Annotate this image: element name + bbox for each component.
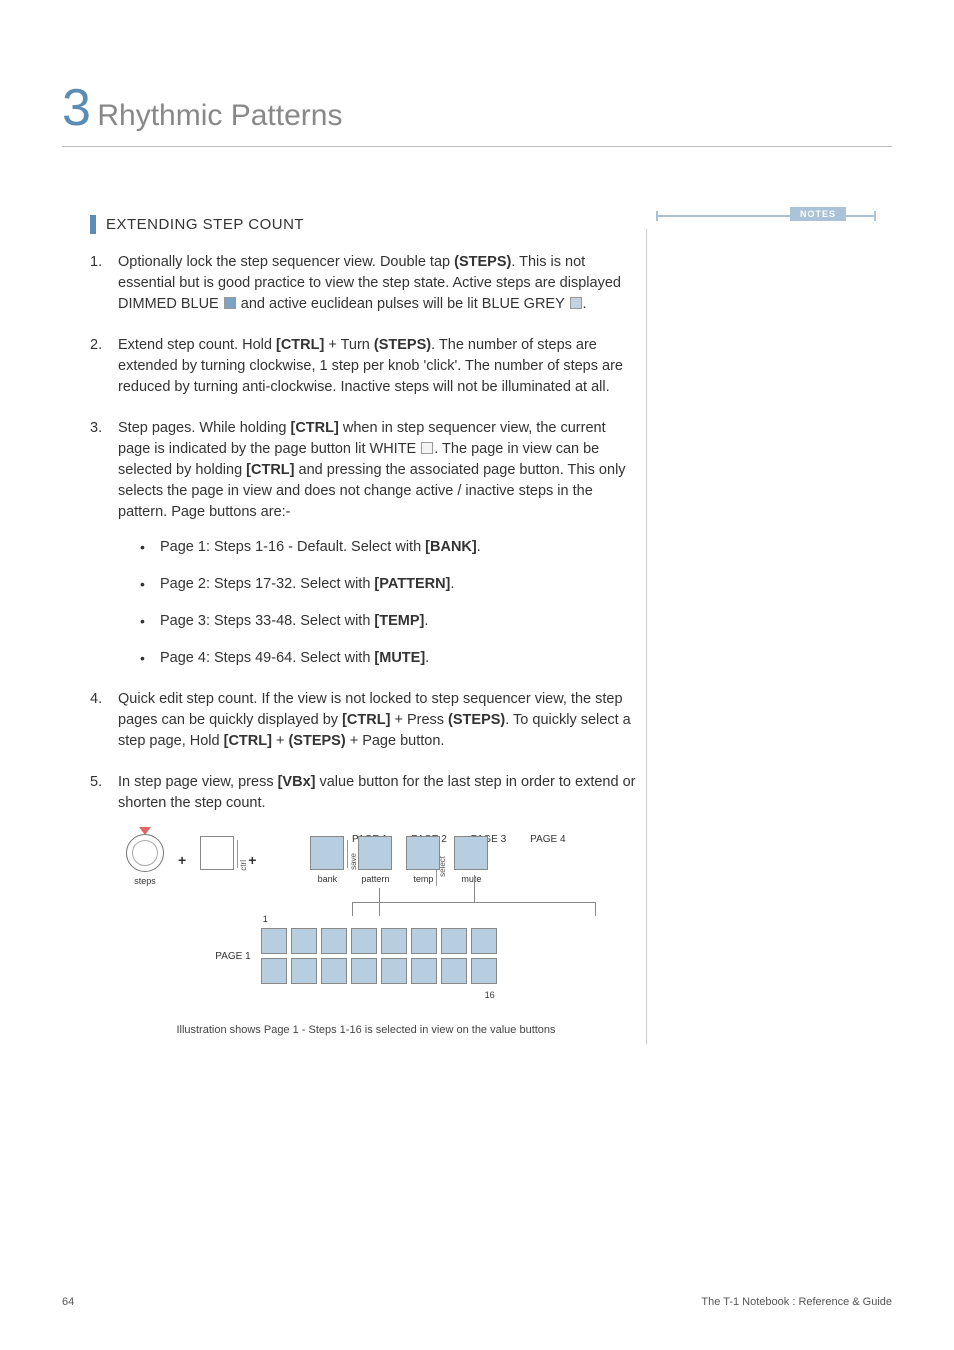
swatch-blue-grey — [570, 297, 582, 309]
value-button — [471, 958, 497, 984]
chapter-header: 3 Rhythmic Patterns — [62, 78, 892, 147]
keyword-steps: (STEPS) — [448, 712, 505, 728]
step-3: Step pages. While holding [CTRL] when in… — [90, 418, 638, 669]
value-button-grid: 1 16 — [261, 928, 497, 984]
plus-icon: + — [248, 852, 256, 868]
notes-column: NOTES — [656, 207, 876, 1044]
notes-tab: NOTES — [656, 207, 876, 223]
value-button — [441, 958, 467, 984]
value-button — [291, 958, 317, 984]
value-button — [261, 958, 287, 984]
section-heading: EXTENDING STEP COUNT — [90, 215, 638, 234]
swatch-white — [421, 442, 433, 454]
page-number: 64 — [62, 1296, 74, 1308]
page1-side-label: PAGE 1 — [215, 951, 250, 962]
value-button — [441, 928, 467, 954]
keyword-temp: [TEMP] — [374, 613, 424, 629]
chapter-title: Rhythmic Patterns — [97, 99, 342, 133]
step-2: Extend step count. Hold [CTRL] + Turn (S… — [90, 335, 638, 398]
value-button — [321, 958, 347, 984]
value-button — [411, 958, 437, 984]
chapter-number: 3 — [62, 78, 91, 138]
bank-button: save bank — [310, 836, 344, 884]
label-page4: PAGE 4 — [530, 834, 565, 845]
swatch-dimmed-blue — [224, 297, 236, 309]
bracket-line — [352, 902, 596, 916]
keyword-steps: (STEPS) — [374, 337, 431, 353]
keyword-steps: (STEPS) — [288, 733, 345, 749]
plus-icon: + — [178, 852, 186, 868]
keyword-ctrl: [CTRL] — [224, 733, 272, 749]
notes-divider — [646, 229, 647, 1044]
value-button — [381, 928, 407, 954]
grid-label-16: 16 — [485, 990, 495, 1000]
book-title: The T-1 Notebook : Reference & Guide — [701, 1296, 892, 1308]
sub-page4: Page 4: Steps 49-64. Select with [MUTE]. — [140, 648, 638, 669]
main-content: EXTENDING STEP COUNT Optionally lock the… — [62, 207, 638, 1044]
mute-button: mute — [454, 836, 488, 884]
value-button — [351, 958, 377, 984]
step-5: In step page view, press [VBx] value but… — [90, 772, 638, 814]
keyword-ctrl: [CTRL] — [276, 337, 324, 353]
sub-page1: Page 1: Steps 1-16 - Default. Select wit… — [140, 537, 638, 558]
temp-button: temp — [406, 836, 440, 884]
value-button — [381, 958, 407, 984]
diagram: PAGE 1 PAGE 2 PAGE 3 PAGE 4 select steps… — [126, 834, 606, 1036]
page-footer: 64 The T-1 Notebook : Reference & Guide — [62, 1296, 892, 1308]
value-button — [411, 928, 437, 954]
pattern-button: pattern — [358, 836, 392, 884]
value-button — [261, 928, 287, 954]
keyword-bank: [BANK] — [425, 539, 477, 555]
keyword-pattern: [PATTERN] — [374, 576, 450, 592]
keyword-ctrl: [CTRL] — [246, 462, 294, 478]
keyword-ctrl: [CTRL] — [291, 420, 339, 436]
notes-label: NOTES — [790, 207, 846, 221]
value-button — [471, 928, 497, 954]
keyword-ctrl: [CTRL] — [342, 712, 390, 728]
sub-page3: Page 3: Steps 33-48. Select with [TEMP]. — [140, 611, 638, 632]
keyword-vbx: [VBx] — [278, 774, 316, 790]
keyword-mute: [MUTE] — [374, 650, 425, 666]
section-title: EXTENDING STEP COUNT — [106, 216, 304, 233]
value-button — [291, 928, 317, 954]
value-button — [351, 928, 377, 954]
step-1: Optionally lock the step sequencer view.… — [90, 252, 638, 315]
grid-label-1: 1 — [263, 914, 268, 924]
knob-pointer-icon — [139, 827, 151, 835]
ctrl-button: ctrl — [200, 836, 234, 884]
sub-page2: Page 2: Steps 17-32. Select with [PATTER… — [140, 574, 638, 595]
keyword-steps: (STEPS) — [454, 254, 511, 270]
step-4: Quick edit step count. If the view is no… — [90, 689, 638, 752]
steps-knob: steps — [126, 834, 164, 886]
value-button — [321, 928, 347, 954]
section-bar-icon — [90, 215, 96, 234]
diagram-caption: Illustration shows Page 1 - Steps 1-16 i… — [126, 1024, 606, 1036]
